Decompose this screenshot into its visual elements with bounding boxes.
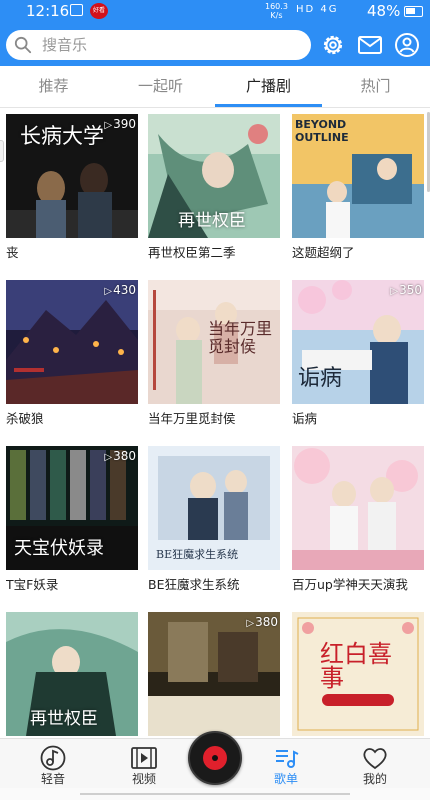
drama-cover[interactable]: 天宝伏妖录 380 (6, 446, 138, 570)
drama-title: BE狂魔求生系统 (148, 577, 240, 592)
cover-title-text: 再世权臣 (178, 211, 246, 231)
status-bar: 12:16 好看 160.3 K/s HD 4G 48% (0, 0, 430, 24)
network-speed-value: 160.3 (265, 2, 288, 11)
search-icon (14, 36, 32, 54)
heart-icon (363, 748, 387, 770)
tab-hot[interactable]: 热门 (322, 66, 429, 108)
nav-light-music[interactable]: 轻音 (23, 739, 83, 789)
drama-cover[interactable]: BEYOND OUTLINE (292, 114, 424, 238)
drama-cover[interactable]: 再世权臣 (148, 114, 280, 238)
battery-percent: 48% (367, 2, 401, 20)
cover-title-text: 当年万里觅封侯 (208, 319, 273, 356)
nav-label: 我的 (362, 772, 387, 786)
tab-recommend[interactable]: 推荐 (0, 66, 107, 108)
play-count: 430 (104, 283, 136, 297)
side-drawer-handle[interactable] (0, 140, 4, 162)
search-bar[interactable] (6, 30, 311, 60)
active-tab-indicator (215, 104, 322, 107)
tab-listen-together[interactable]: 一起听 (107, 66, 214, 108)
drama-cover[interactable] (292, 446, 424, 570)
play-count: 350 (390, 283, 422, 297)
signal-icons: HD 4G (296, 4, 339, 15)
search-input[interactable] (42, 30, 302, 60)
battery-icon (404, 6, 423, 17)
drama-cover[interactable]: 380 (148, 612, 280, 736)
drama-cover[interactable]: 430 (6, 280, 138, 404)
network-speed: 160.3 K/s (265, 2, 288, 20)
drama-cover[interactable]: BE狂魔求生系统 (148, 446, 280, 570)
drama-cover[interactable]: 红白喜事 (292, 612, 424, 736)
cover-title-text: BEYOND OUTLINE (295, 118, 349, 144)
app-notification-icon: 好看 (90, 3, 108, 19)
nav-mine[interactable]: 我的 (345, 739, 405, 789)
drama-cover[interactable]: 当年万里觅封侯 (148, 280, 280, 404)
nav-video[interactable]: 视频 (114, 739, 174, 789)
drama-cover[interactable]: 长病大学 390 (6, 114, 138, 238)
drama-title: 诟病 (292, 411, 318, 426)
drama-title: 这题超纲了 (292, 245, 355, 260)
drama-cover[interactable]: 再世权臣 (6, 612, 138, 736)
image-notification-icon (70, 4, 83, 16)
play-count: 390 (104, 117, 136, 131)
play-count: 380 (104, 449, 136, 463)
status-time: 12:16 (26, 2, 70, 20)
nav-label: 轻音 (40, 772, 65, 786)
drama-title: 再世权臣第二季 (148, 245, 236, 260)
network-speed-unit: K/s (270, 11, 283, 20)
music-note-icon (40, 745, 66, 771)
film-icon (131, 747, 157, 769)
category-tabs: 推荐 一起听 广播剧 热门 (0, 66, 430, 108)
drama-title: 百万up学神天天演我 (292, 577, 408, 592)
vinyl-disc-icon[interactable] (188, 731, 242, 785)
cover-title-text: 再世权臣 (30, 709, 98, 729)
drama-title: 当年万里觅封侯 (148, 411, 236, 426)
drama-title: 丧 (6, 245, 19, 260)
nav-label: 歌单 (273, 772, 298, 786)
cover-title-text: 长病大学 (20, 124, 104, 148)
drama-grid: 长病大学 390 丧 再世权臣 再世权臣第二季 (0, 110, 430, 738)
mail-icon[interactable] (357, 32, 383, 58)
drama-title: 杀破狼 (6, 411, 44, 426)
playlist-icon (276, 750, 299, 768)
cover-title-text: BE狂魔求生系统 (156, 548, 239, 561)
disc-hole (212, 755, 218, 761)
system-navigation-bar (0, 788, 430, 800)
cover-title-text: 诟病 (298, 366, 343, 391)
drama-title: T宝F妖录 (6, 577, 59, 592)
nav-playlist[interactable]: 歌单 (256, 739, 316, 789)
app-header (0, 24, 430, 66)
cover-title-text: 红白喜事 (320, 640, 392, 692)
home-indicator[interactable] (80, 793, 350, 795)
cover-title-text: 天宝伏妖录 (14, 538, 104, 559)
tab-radio-drama[interactable]: 广播剧 (215, 66, 322, 108)
play-count: 380 (246, 615, 278, 629)
drama-cover[interactable]: 诟病 350 (292, 280, 424, 404)
gear-icon[interactable] (320, 32, 346, 58)
user-icon[interactable] (394, 32, 420, 58)
nav-label: 视频 (131, 772, 156, 786)
